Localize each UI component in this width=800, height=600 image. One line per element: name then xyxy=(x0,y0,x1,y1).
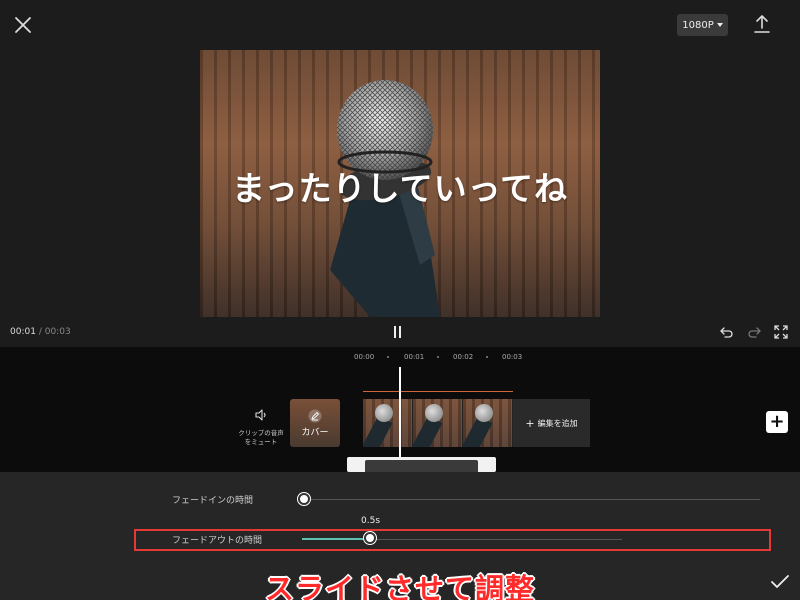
timeline[interactable]: 00:00 00:01 00:02 00:03 クリップの音声をミュート カバー xyxy=(0,347,800,472)
fullscreen-icon[interactable] xyxy=(774,325,788,339)
plus-icon: + xyxy=(525,416,535,430)
fade-in-slider-knob[interactable] xyxy=(298,493,310,505)
video-preview[interactable]: まったりしていってね xyxy=(200,50,600,317)
playback-time: 00:01 / 00:03 xyxy=(10,327,71,337)
video-caption: まったりしていってね xyxy=(231,169,569,208)
selected-audio-clip[interactable] xyxy=(347,457,496,472)
current-time: 00:01 xyxy=(10,327,36,337)
ruler-tick: 00:02 xyxy=(453,353,474,361)
annotation-highlight-box xyxy=(134,529,771,551)
fade-in-label: フェードインの時間 xyxy=(172,496,254,506)
pause-button[interactable] xyxy=(394,326,406,338)
time-separator: / xyxy=(38,327,42,337)
ruler-tick: 00:01 xyxy=(404,353,425,361)
fade-out-value: 0.5s xyxy=(361,516,381,526)
confirm-checkmark-icon[interactable] xyxy=(770,574,790,590)
add-track-button[interactable]: + xyxy=(766,411,788,433)
mute-label: クリップの音声をミュート xyxy=(238,429,284,447)
annotation-text: スライドさせて調整 xyxy=(264,572,535,600)
pause-icon xyxy=(394,326,396,338)
ruler-tick: 00:03 xyxy=(502,353,523,361)
video-clip[interactable] xyxy=(363,399,513,447)
undo-icon[interactable] xyxy=(720,325,734,339)
clip-thumbnail xyxy=(413,399,463,447)
ruler-tick: 00:00 xyxy=(354,353,375,361)
mute-clip-audio-button[interactable]: クリップの音声をミュート xyxy=(238,407,284,447)
close-icon[interactable] xyxy=(12,14,34,36)
cover-label: カバー xyxy=(301,427,329,438)
export-icon[interactable] xyxy=(752,13,772,35)
add-edit-button[interactable]: + 編集を追加 xyxy=(513,399,590,447)
clip-thumbnail xyxy=(363,399,413,447)
edit-icon xyxy=(308,409,322,422)
speaker-icon xyxy=(255,409,266,421)
video-editor-screen: 1080P まったりしていってね 00:01 / 00:03 00:00 00:… xyxy=(0,0,800,600)
total-time: 00:03 xyxy=(44,327,71,337)
clip-thumbnail xyxy=(463,399,513,447)
redo-icon[interactable] xyxy=(747,325,761,339)
cover-button[interactable]: カバー xyxy=(290,399,340,447)
resolution-label: 1080P xyxy=(682,19,714,31)
add-edit-label: 編集を追加 xyxy=(537,418,578,428)
chevron-down-icon xyxy=(716,23,723,27)
audio-marker-line xyxy=(363,391,513,392)
fade-in-slider-track[interactable] xyxy=(304,499,760,500)
resolution-button[interactable]: 1080P xyxy=(677,14,728,36)
